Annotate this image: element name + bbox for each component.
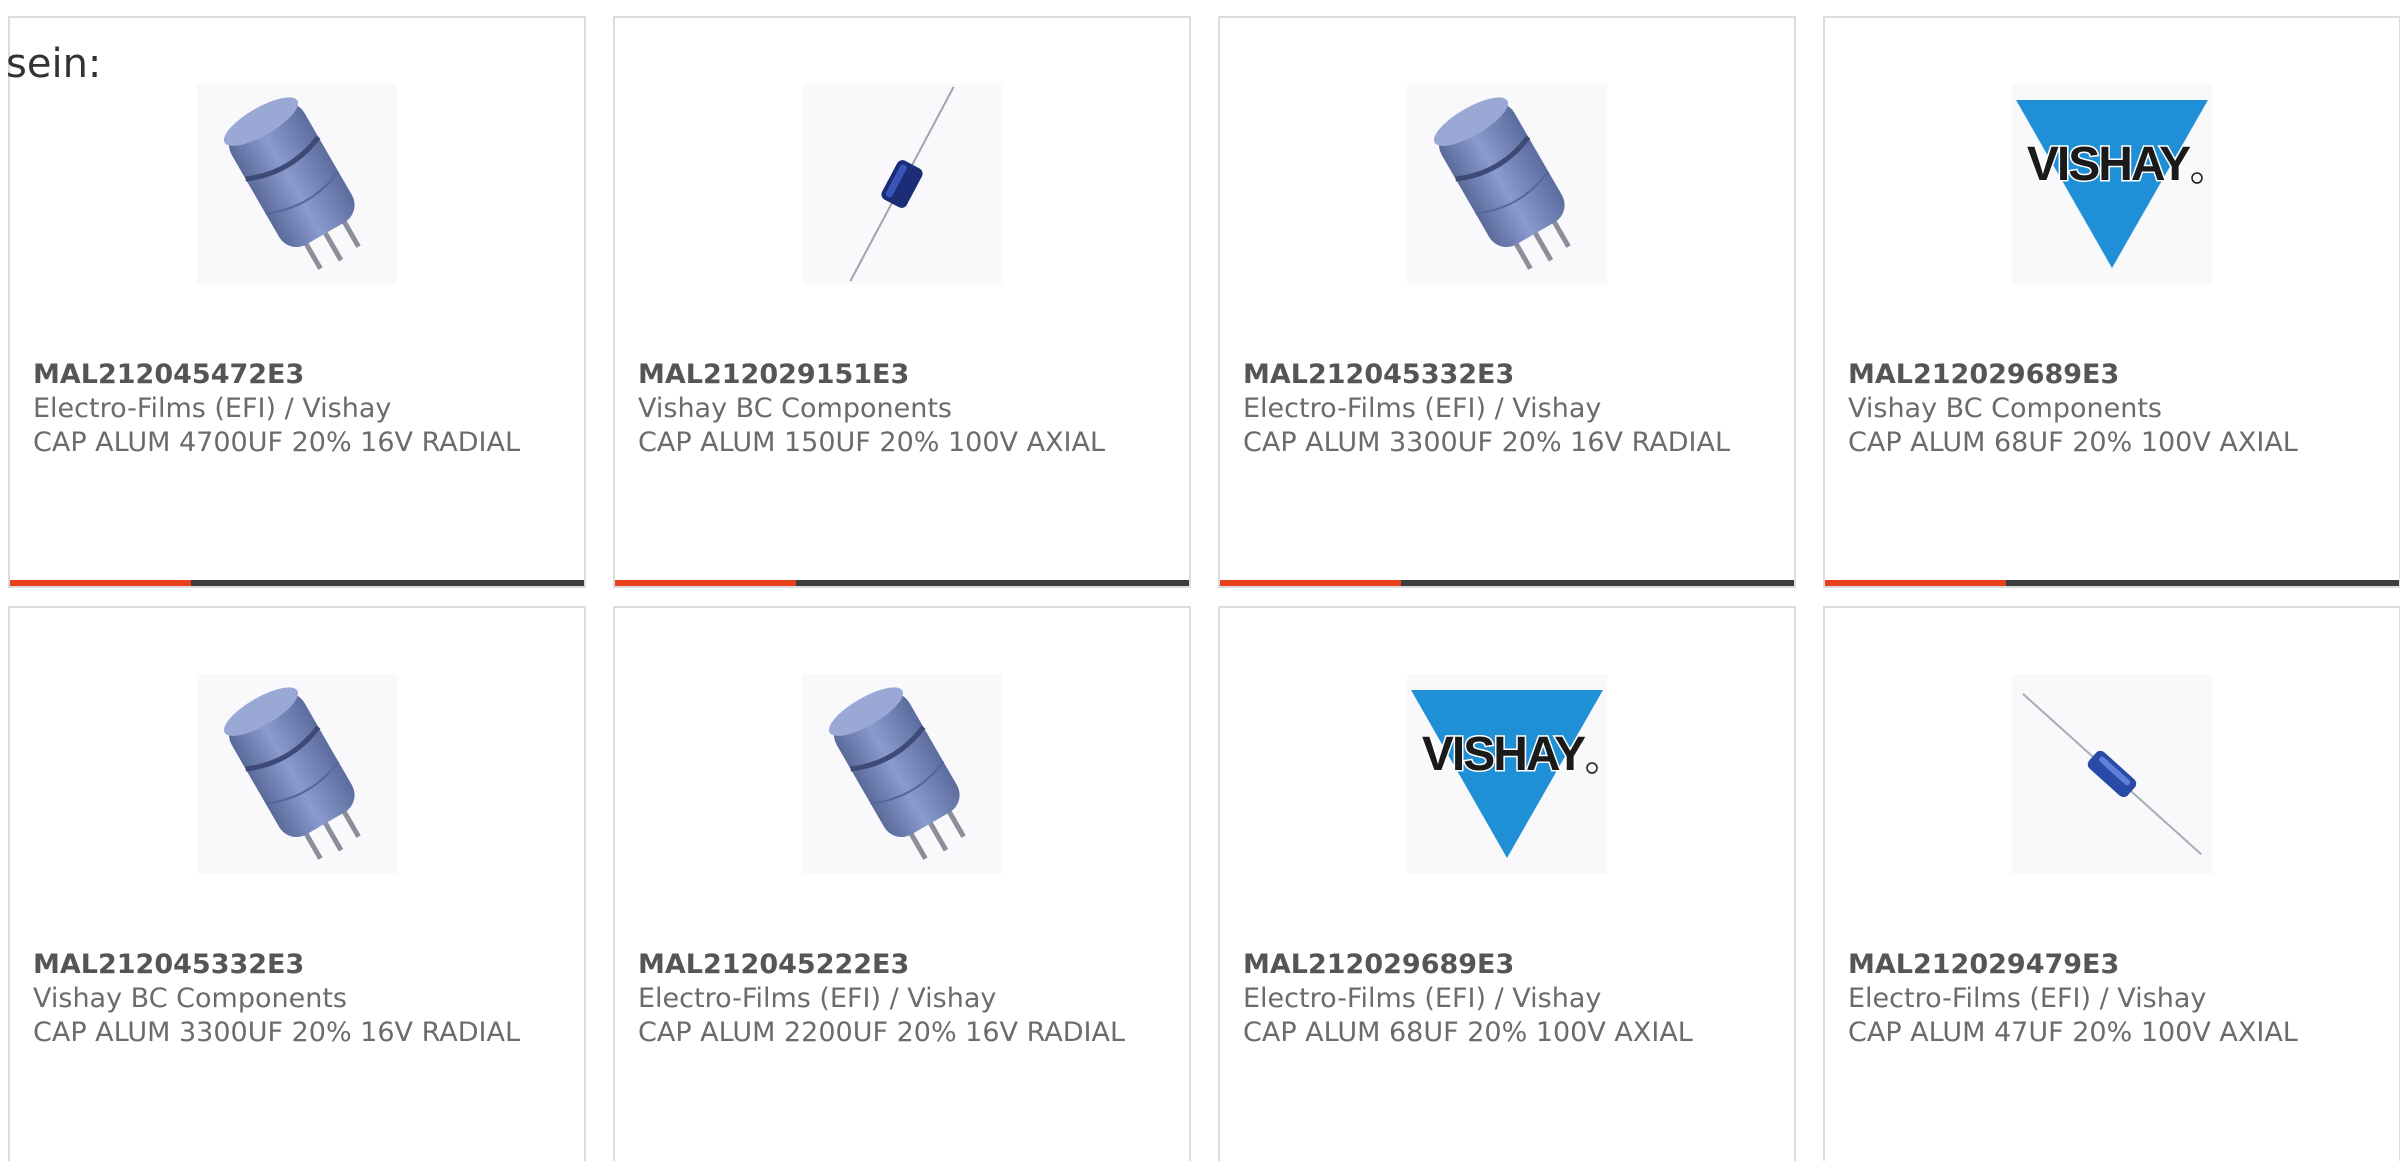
description: CAP ALUM 2200UF 20% 16V RADIAL [638,1017,1125,1048]
product-card[interactable]: VISHAY MAL212029689E3 Electro-Films (EFI… [1218,606,1796,1161]
manufacturer: Vishay BC Components [638,393,952,424]
radial-capacitor-image [802,674,1002,874]
svg-text:VISHAY: VISHAY [2027,138,2191,191]
product-info: MAL212029689E3 Electro-Films (EFI) / Vis… [1243,948,1763,1050]
manufacturer: Electro-Films (EFI) / Vishay [33,393,392,424]
axial-capacitor-image [802,84,1002,284]
product-info: MAL212045332E3 Electro-Films (EFI) / Vis… [1243,358,1763,460]
card-accent-bar [615,580,1189,586]
product-card[interactable]: VISHAY MAL212029689E3 Vishay BC Componen… [1823,16,2400,588]
manufacturer: Electro-Films (EFI) / Vishay [1848,983,2207,1014]
radial-capacitor-image [1407,84,1607,284]
part-number[interactable]: MAL212029151E3 [638,358,1158,392]
description: CAP ALUM 47UF 20% 100V AXIAL [1848,1017,2298,1048]
axial-capacitor-image [2012,674,2212,874]
product-grid: MAL212045472E3 Electro-Films (EFI) / Vis… [8,16,2400,1161]
description: CAP ALUM 150UF 20% 100V AXIAL [638,427,1106,458]
product-card[interactable]: MAL212029479E3 Electro-Films (EFI) / Vis… [1823,606,2400,1161]
product-card[interactable]: MAL212045332E3 Vishay BC Components CAP … [8,606,586,1161]
part-number[interactable]: MAL212029689E3 [1243,948,1763,982]
manufacturer: Vishay BC Components [1848,393,2162,424]
product-card[interactable]: MAL212045472E3 Electro-Films (EFI) / Vis… [8,16,586,588]
manufacturer: Electro-Films (EFI) / Vishay [1243,393,1602,424]
description: CAP ALUM 68UF 20% 100V AXIAL [1243,1017,1693,1048]
product-info: MAL212045222E3 Electro-Films (EFI) / Vis… [638,948,1158,1050]
part-number[interactable]: MAL212045472E3 [33,358,553,392]
product-info: MAL212029689E3 Vishay BC Components CAP … [1848,358,2368,460]
product-card[interactable]: MAL212045332E3 Electro-Films (EFI) / Vis… [1218,16,1796,588]
radial-capacitor-image [197,84,397,284]
manufacturer: Electro-Films (EFI) / Vishay [1243,983,1602,1014]
vishay-logo: VISHAY [2012,84,2212,284]
product-info: MAL212045332E3 Vishay BC Components CAP … [33,948,553,1050]
part-number[interactable]: MAL212045222E3 [638,948,1158,982]
description: CAP ALUM 4700UF 20% 16V RADIAL [33,427,520,458]
radial-capacitor-image [197,674,397,874]
product-info: MAL212045472E3 Electro-Films (EFI) / Vis… [33,358,553,460]
product-info: MAL212029479E3 Electro-Films (EFI) / Vis… [1848,948,2368,1050]
product-card[interactable]: MAL212045222E3 Electro-Films (EFI) / Vis… [613,606,1191,1161]
manufacturer: Vishay BC Components [33,983,347,1014]
svg-text:VISHAY: VISHAY [1422,728,1586,781]
part-number[interactable]: MAL212045332E3 [1243,358,1763,392]
part-number[interactable]: MAL212045332E3 [33,948,553,982]
product-card[interactable]: MAL212029151E3 Vishay BC Components CAP … [613,16,1191,588]
description: CAP ALUM 3300UF 20% 16V RADIAL [33,1017,520,1048]
vishay-logo: VISHAY [1407,674,1607,874]
card-accent-bar [10,580,584,586]
card-accent-bar [1825,580,2399,586]
card-accent-bar [1220,580,1794,586]
description: CAP ALUM 68UF 20% 100V AXIAL [1848,427,2298,458]
page: sein: MAL212045472E3 Electro-Films (EFI)… [0,0,2400,1161]
intro-text: sein: [6,41,102,87]
part-number[interactable]: MAL212029689E3 [1848,358,2368,392]
product-info: MAL212029151E3 Vishay BC Components CAP … [638,358,1158,460]
description: CAP ALUM 3300UF 20% 16V RADIAL [1243,427,1730,458]
part-number[interactable]: MAL212029479E3 [1848,948,2368,982]
manufacturer: Electro-Films (EFI) / Vishay [638,983,997,1014]
